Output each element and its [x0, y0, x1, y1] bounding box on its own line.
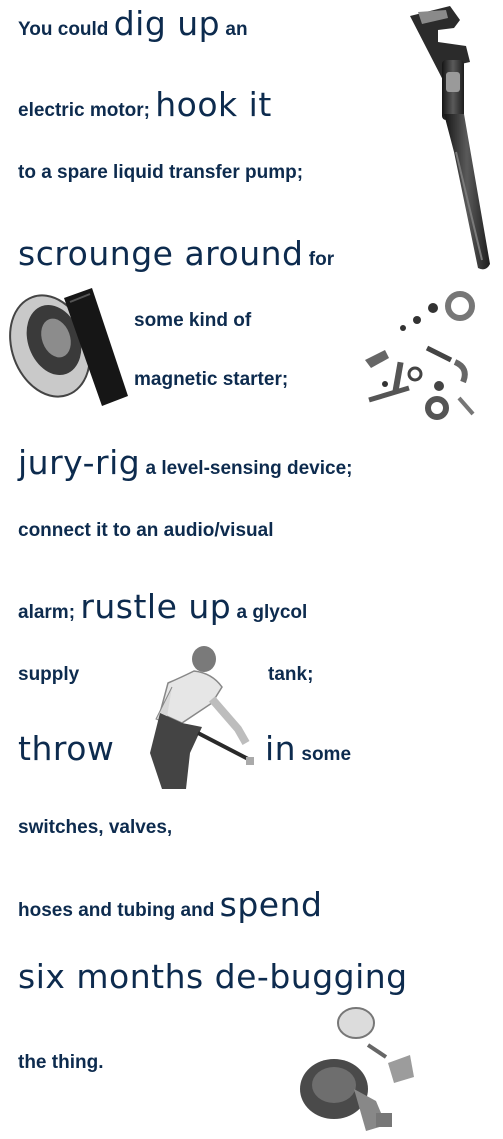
text-line-15: the thing. — [18, 1052, 103, 1074]
text-line-12: switches, valves, — [18, 817, 172, 839]
phrase: connect it to an audio/visual — [18, 520, 274, 541]
text-line-10b: tank; — [268, 664, 313, 686]
text-line-3: to a spare liquid transfer pump; — [18, 162, 303, 184]
phrase: for — [303, 249, 335, 270]
phrase: magnetic starter; — [134, 369, 289, 390]
phrase: supply — [18, 664, 80, 685]
text-line-11: throw — [18, 729, 114, 768]
text-line-1: You could dig up an — [18, 4, 248, 43]
phrase: tank; — [268, 664, 314, 685]
text-line-10: supply — [18, 664, 79, 686]
text-line-11b: in some — [265, 729, 351, 768]
phrase: hoses and tubing and — [18, 900, 220, 921]
text-line-7: jury-rig a level-sensing device; — [18, 443, 352, 482]
text-line-5: some kind of — [134, 310, 251, 332]
phrase: a level-sensing device; — [140, 458, 353, 479]
nuts-bolts-washers-illustration — [365, 291, 475, 420]
phrase-emphasis: spend — [219, 885, 323, 924]
text-line-8: connect it to an audio/visual — [18, 520, 273, 542]
text-line-13: hoses and tubing and spend — [18, 885, 322, 924]
phrase-emphasis: jury-rig — [18, 443, 141, 482]
phrase-emphasis: six months de-bugging — [18, 957, 408, 996]
phrase-emphasis: hook it — [155, 85, 272, 124]
phrase: You could — [18, 19, 114, 40]
phrase-emphasis: in — [265, 729, 297, 768]
phrase: some kind of — [134, 310, 252, 331]
phrase-emphasis: rustle up — [80, 587, 232, 626]
pipe-wrench-illustration — [410, 6, 490, 270]
phrase: the thing. — [18, 1052, 104, 1073]
text-line-6: magnetic starter; — [134, 369, 288, 391]
phrase: switches, valves, — [18, 817, 173, 838]
phrase: electric motor; — [18, 100, 156, 121]
electrical-tape-roll-illustration — [9, 288, 128, 406]
man-with-wrench-illustration — [150, 646, 254, 789]
text-line-2: electric motor; hook it — [18, 85, 272, 124]
phrase: a glycol — [231, 602, 308, 623]
phrase-emphasis: dig up — [113, 4, 221, 43]
phrase: alarm; — [18, 602, 81, 623]
phrase-emphasis: throw — [18, 729, 115, 768]
phrase: to a spare liquid transfer pump; — [18, 162, 304, 183]
phrase: an — [220, 19, 248, 40]
phrase: some — [296, 744, 352, 765]
text-line-9: alarm; rustle up a glycol — [18, 587, 307, 626]
motor-parts-illustration — [300, 1007, 414, 1131]
text-line-14: six months de-bugging — [18, 957, 408, 996]
